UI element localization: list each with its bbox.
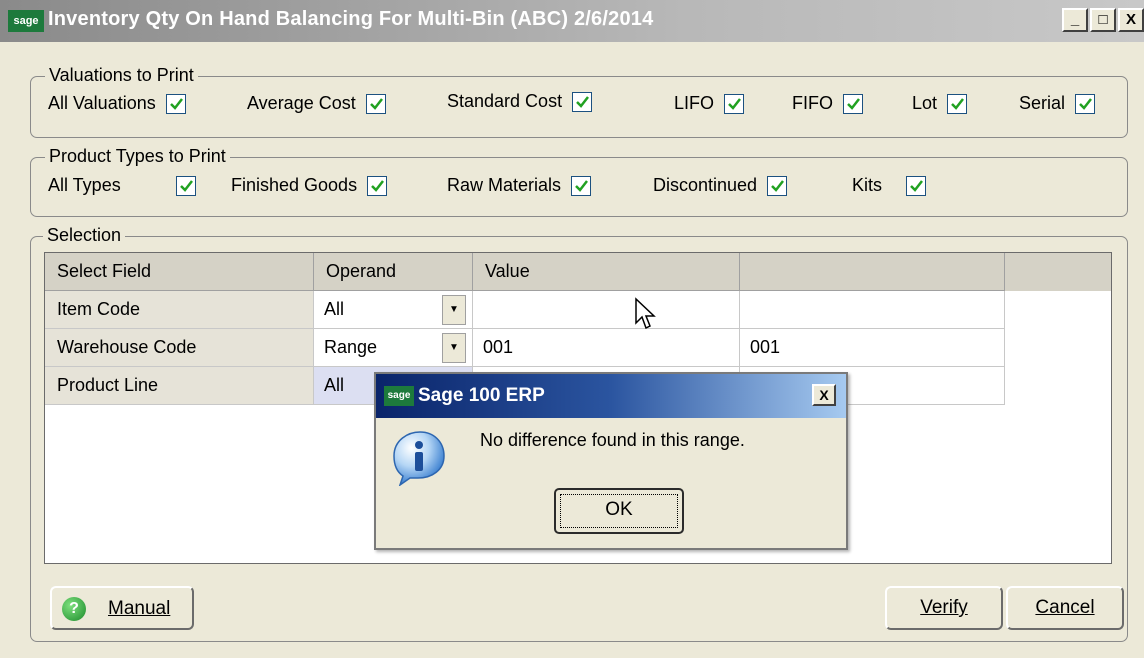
ok-button[interactable]: OK [554, 488, 684, 534]
product-type-option-raw[interactable]: Raw Materials [447, 175, 592, 196]
manual-button-label: Manual [108, 598, 171, 619]
row-warehouse-code-value-from[interactable]: 001 [473, 329, 740, 367]
info-icon [393, 431, 445, 486]
selection-group-label: Selection [43, 225, 126, 246]
dialog-titlebar: sage Sage 100 ERP X [376, 374, 846, 418]
manual-button[interactable]: ? Manual [50, 586, 194, 630]
valuation-lifo-label: LIFO [674, 93, 715, 113]
valuation-option-all[interactable]: All Valuations [48, 93, 186, 114]
row-warehouse-code-operand-value: Range [324, 337, 378, 357]
verify-button-label: Verify [920, 597, 968, 618]
help-icon: ? [62, 597, 86, 621]
product-type-option-all[interactable]: All Types [48, 175, 196, 196]
valuation-option-serial[interactable]: Serial [1019, 93, 1096, 114]
valuation-serial-label: Serial [1019, 93, 1066, 113]
column-header-operand[interactable]: Operand [314, 253, 473, 291]
valuations-group-label: Valuations to Print [45, 65, 198, 86]
product-type-all-checkbox[interactable] [176, 175, 196, 196]
row-product-line-field: Product Line [45, 367, 314, 405]
product-type-all-label: All Types [48, 175, 121, 195]
valuation-fifo-label: FIFO [792, 93, 833, 113]
valuation-lifo-checkbox[interactable] [724, 93, 745, 114]
maximize-button[interactable]: □ [1090, 8, 1116, 32]
product-type-finished-label: Finished Goods [231, 175, 358, 195]
row-item-code-field: Item Code [45, 291, 314, 329]
product-type-raw-checkbox[interactable] [571, 175, 592, 196]
cancel-button-label: Cancel [1035, 597, 1095, 618]
product-type-option-finished[interactable]: Finished Goods [231, 175, 388, 196]
valuation-standard-checkbox[interactable] [572, 91, 593, 112]
message-dialog: sage Sage 100 ERP X No difference found … [374, 372, 848, 550]
dialog-close-button[interactable]: X [812, 384, 836, 406]
sage-logo-icon: sage [8, 10, 44, 32]
row-warehouse-code-operand[interactable]: Range ▼ [314, 329, 473, 367]
column-header-value-to[interactable] [740, 253, 1005, 291]
valuation-option-average[interactable]: Average Cost [247, 93, 386, 114]
valuation-all-label: All Valuations [48, 93, 156, 113]
mouse-cursor-icon [635, 297, 656, 330]
valuation-lot-checkbox[interactable] [947, 93, 968, 114]
valuation-average-label: Average Cost [247, 93, 356, 113]
valuation-standard-label: Standard Cost [447, 91, 563, 111]
chevron-down-icon[interactable]: ▼ [442, 333, 466, 363]
product-type-option-discontinued[interactable]: Discontinued [653, 175, 788, 196]
valuation-lot-label: Lot [912, 93, 938, 113]
product-type-kits-checkbox[interactable] [906, 175, 926, 196]
valuation-fifo-checkbox[interactable] [843, 93, 863, 114]
product-type-option-kits[interactable]: Kits [852, 175, 926, 196]
product-types-group-label: Product Types to Print [45, 146, 230, 167]
product-type-raw-label: Raw Materials [447, 175, 562, 195]
valuation-all-checkbox[interactable] [165, 93, 186, 114]
row-item-code-value-from[interactable] [473, 291, 740, 329]
valuation-option-standard[interactable]: Standard Cost [447, 91, 593, 112]
product-type-discontinued-label: Discontinued [653, 175, 758, 195]
valuation-option-fifo[interactable]: FIFO [792, 93, 863, 114]
row-item-code-operand[interactable]: All ▼ [314, 291, 473, 329]
valuation-average-checkbox[interactable] [365, 93, 386, 114]
dialog-message: No difference found in this range. [480, 430, 745, 450]
window-titlebar: sage Inventory Qty On Hand Balancing For… [0, 0, 1144, 42]
chevron-down-icon[interactable]: ▼ [442, 295, 466, 325]
row-item-code-value-to[interactable] [740, 291, 1005, 329]
dialog-title: Sage 100 ERP [418, 385, 545, 406]
product-type-finished-checkbox[interactable] [367, 175, 388, 196]
column-header-select-field[interactable]: Select Field [45, 253, 314, 291]
column-header-value[interactable]: Value [473, 253, 740, 291]
row-warehouse-code-field: Warehouse Code [45, 329, 314, 367]
window-title: Inventory Qty On Hand Balancing For Mult… [48, 8, 654, 30]
close-button[interactable]: X [1118, 8, 1144, 32]
cancel-button[interactable]: Cancel [1006, 586, 1124, 630]
verify-button[interactable]: Verify [885, 586, 1003, 630]
valuation-serial-checkbox[interactable] [1075, 93, 1096, 114]
product-type-discontinued-checkbox[interactable] [767, 175, 788, 196]
minimize-button[interactable]: _ [1062, 8, 1088, 32]
valuation-option-lifo[interactable]: LIFO [674, 93, 745, 114]
product-type-kits-label: Kits [852, 175, 883, 195]
row-item-code-operand-value: All [324, 299, 345, 319]
ok-button-label: OK [605, 499, 633, 520]
row-warehouse-code-value-to[interactable]: 001 [740, 329, 1005, 367]
sage-logo-icon: sage [384, 386, 414, 406]
valuation-option-lot[interactable]: Lot [912, 93, 968, 114]
